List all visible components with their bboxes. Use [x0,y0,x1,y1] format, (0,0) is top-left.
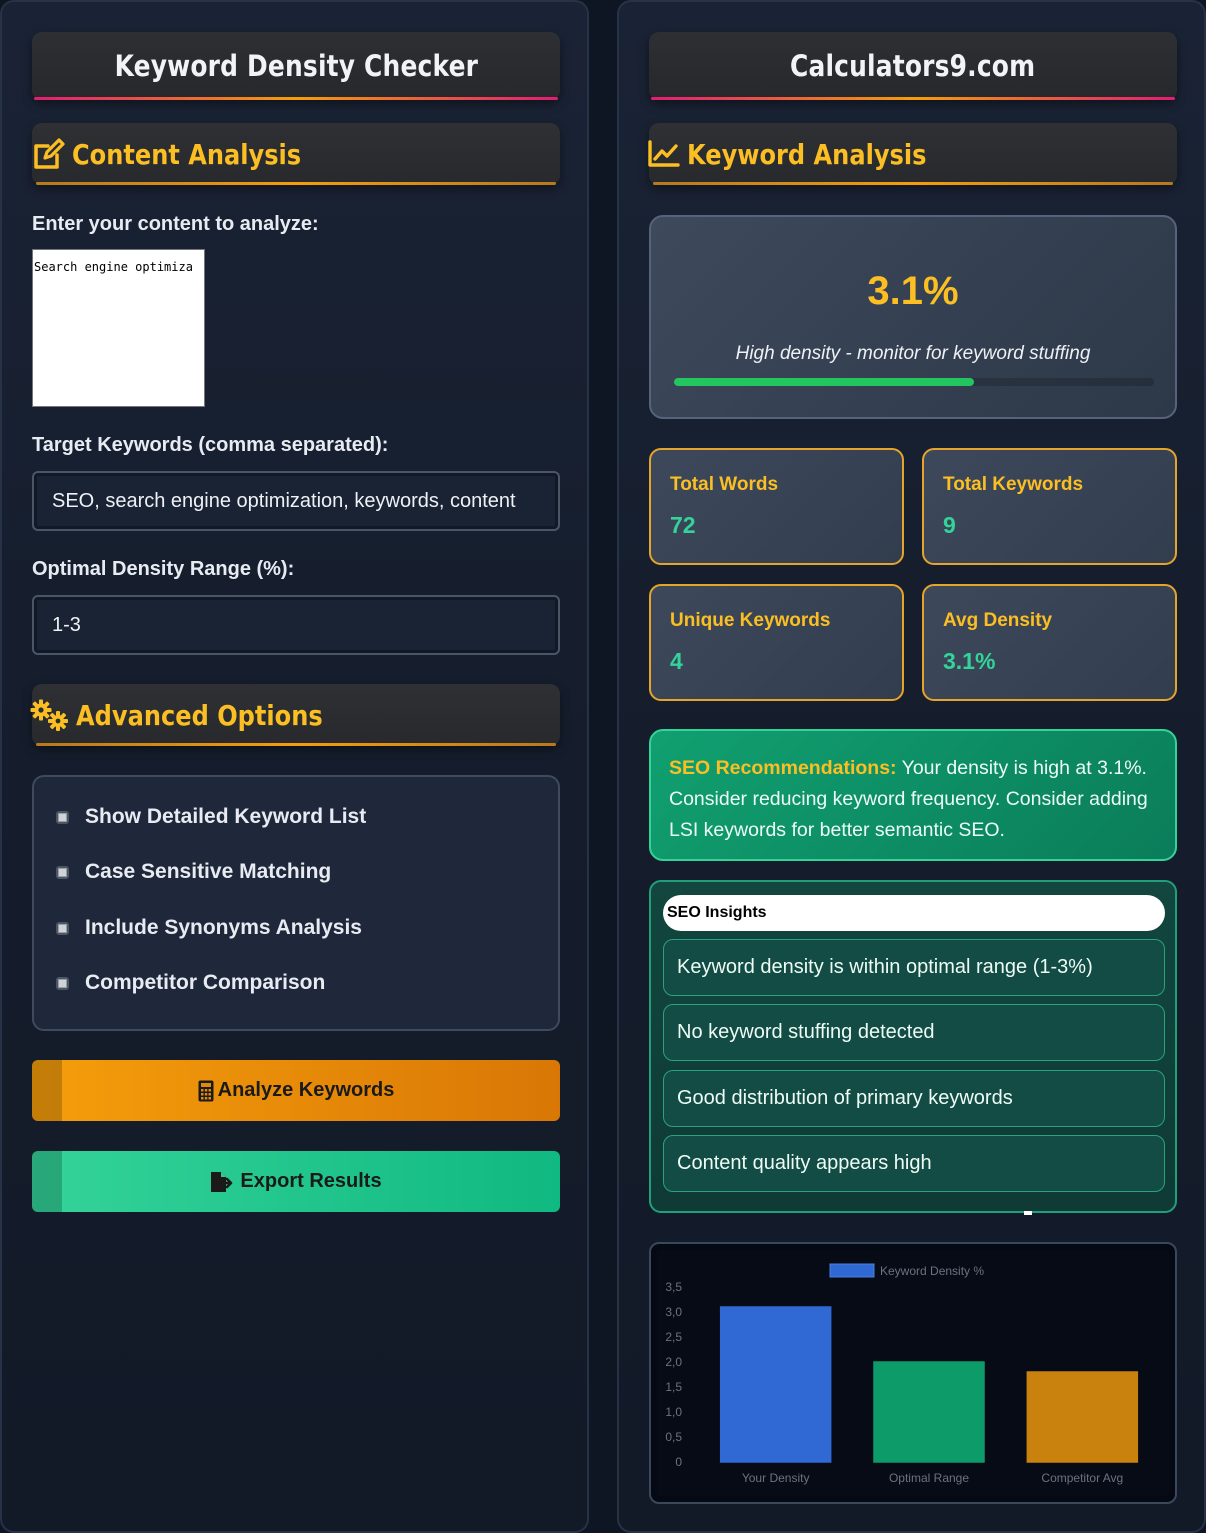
stat-label: Unique Keywords [670,610,831,631]
insight-item: Good distribution of primary keywords [663,1070,1165,1127]
density-input[interactable]: 1-3 [32,595,560,655]
export-results-button[interactable]: Export Results [32,1151,560,1212]
content-analysis-header: Content Analysis [32,123,560,185]
seo-insights-panel: SEO Insights Keyword density is within o… [649,880,1177,1215]
bar [1026,1371,1139,1463]
x-tick-label: Optimal Range [889,1471,969,1485]
calculator-icon [198,1080,214,1101]
stat-value: 3.1% [943,648,996,674]
y-tick-label: 2,0 [665,1355,682,1369]
checkbox[interactable] [56,810,69,824]
keywords-label: Target Keywords (comma separated): [32,434,389,456]
results-panel: Calculators9.com Keyword Analysis 3.1% H… [617,0,1206,1533]
y-tick-label: 0,5 [665,1430,682,1444]
insight-item: No keyword stuffing detected [663,1004,1165,1061]
y-tick-label: 3,5 [665,1280,682,1294]
checkbox[interactable] [56,976,69,990]
legend-swatch [829,1263,875,1278]
density-result-value: 3.1% [867,269,959,313]
site-title-bar: Calculators9.com [649,32,1177,100]
content-label: Enter your content to analyze: [32,213,319,235]
advanced-options-panel: Show Detailed Keyword List Case Sensitiv… [32,775,560,1031]
insight-item: Content quality appears high [663,1135,1165,1192]
y-tick-label: 1,5 [665,1380,682,1394]
edit-icon [34,138,65,169]
option-detailed-keyword-list[interactable]: Show Detailed Keyword List [56,805,366,829]
bar [719,1306,832,1463]
site-title: Calculators9.com [790,49,1036,83]
stat-card-avg-density: Avg Density 3.1% [922,584,1177,701]
x-tick-label: Competitor Avg [1041,1471,1123,1485]
analyze-keywords-button[interactable]: Analyze Keywords [32,1060,560,1121]
button-label: Export Results [240,1170,382,1192]
option-synonyms-analysis[interactable]: Include Synonyms Analysis [56,916,362,940]
y-tick-label: 0 [675,1455,682,1469]
section-title: Content Analysis [72,137,302,171]
option-competitor-comparison[interactable]: Competitor Comparison [56,971,325,995]
section-title: Keyword Analysis [687,137,927,171]
stat-value: 9 [943,512,956,538]
y-tick-label: 2,5 [665,1330,682,1344]
advanced-options-header: Advanced Options [30,684,560,746]
section-title: Advanced Options [76,698,323,732]
checkbox[interactable] [56,921,69,935]
stat-value: 4 [670,648,683,674]
button-label: Analyze Keywords [217,1079,395,1101]
stat-label: Total Words [670,474,779,495]
y-tick-label: 3,0 [665,1305,682,1319]
stat-card-unique-keywords: Unique Keywords 4 [649,584,904,701]
stat-card-total-words: Total Words 72 [649,448,904,565]
button-edge [32,1060,62,1121]
stat-value: 72 [670,512,696,538]
density-label: Optimal Density Range (%): [32,558,295,580]
chart-line-icon [648,140,680,167]
file-export-icon [211,1171,233,1192]
density-progress-bar [674,378,1154,386]
insights-title: SEO Insights [663,895,1165,931]
x-tick-label: Your Density [742,1471,810,1485]
insight-item: Keyword density is within optimal range … [663,939,1165,996]
density-result-card: 3.1% High density - monitor for keyword … [649,215,1177,419]
option-case-sensitive[interactable]: Case Sensitive Matching [56,860,331,884]
option-label: Show Detailed Keyword List [85,805,367,828]
gears-icon [30,699,68,731]
keyword-analysis-header: Keyword Analysis [648,123,1177,185]
stat-label: Total Keywords [943,474,1084,495]
calculator-panel: Keyword Density Checker Content Analysis… [0,0,589,1533]
bar [873,1361,985,1463]
option-label: Include Synonyms Analysis [85,916,362,939]
keywords-input[interactable]: SEO, search engine optimization, keyword… [32,471,560,531]
button-edge [32,1151,62,1212]
option-label: Case Sensitive Matching [85,860,332,883]
page-title: Keyword Density Checker [114,49,478,83]
density-progress-fill [674,378,974,386]
density-result-description: High density - monitor for keyword stuff… [735,343,1091,364]
option-label: Competitor Comparison [85,971,326,994]
legend-label: Keyword Density % [880,1264,984,1278]
seo-recommendations: SEO Recommendations: Your density is hig… [649,729,1177,861]
calculator-title-bar: Keyword Density Checker [32,32,560,100]
scroll-marker [1024,1211,1032,1215]
stat-label: Avg Density [943,610,1053,631]
recommendation-label: SEO Recommendations: [669,757,897,779]
chart-svg: 0 0,5 1,0 1,5 2,0 2,5 3,0 3,5 Keyword Density % Y… [657,1250,1169,1496]
stat-card-total-keywords: Total Keywords 9 [922,448,1177,565]
checkbox[interactable] [56,865,69,879]
y-tick-label: 1,0 [665,1405,682,1419]
content-textarea[interactable]: Search engine optimiza [32,249,205,407]
keyword-density-chart: 0 0,5 1,0 1,5 2,0 2,5 3,0 3,5 Keyword Density % Y… [649,1242,1177,1504]
